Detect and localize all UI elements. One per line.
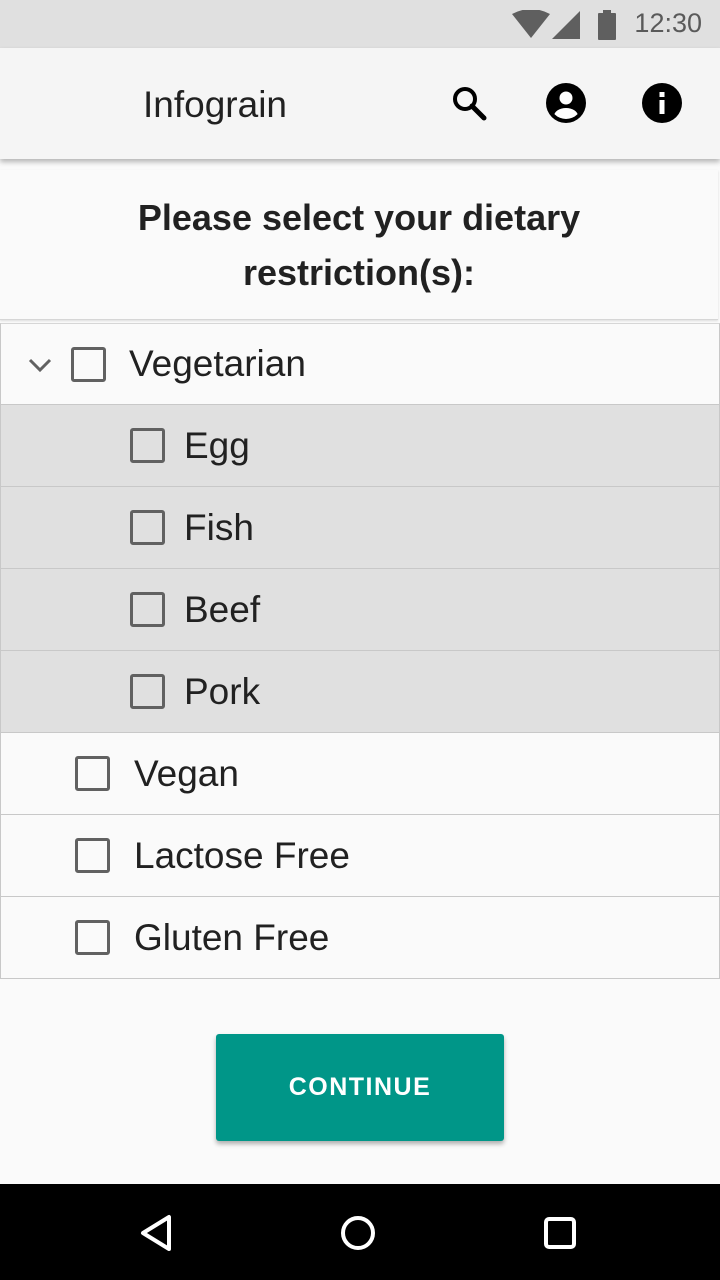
list-item-label: Lactose Free <box>134 834 350 876</box>
list-item-pork[interactable]: Pork <box>0 651 720 733</box>
recents-icon <box>544 1217 576 1249</box>
vegan-checkbox[interactable] <box>75 756 110 791</box>
list-item-label: Fish <box>184 506 254 548</box>
list-item-fish[interactable]: Fish <box>0 487 720 569</box>
continue-button[interactable]: CONTINUE <box>216 1034 504 1141</box>
vegetarian-checkbox[interactable] <box>71 346 106 382</box>
list-item-label: Gluten Free <box>134 916 330 958</box>
account-button[interactable] <box>544 81 588 125</box>
wifi-icon <box>512 10 550 38</box>
list-item-label: Egg <box>184 424 250 466</box>
app-bar: Infograin <box>0 48 720 159</box>
fish-checkbox[interactable] <box>130 510 165 545</box>
list-item-gluten-free[interactable]: Gluten Free <box>0 897 720 979</box>
app-title: Infograin <box>143 84 287 125</box>
navigation-bar <box>0 1184 720 1280</box>
battery-icon <box>598 10 616 40</box>
search-button[interactable] <box>447 81 491 125</box>
prompt-card: Please select your dietary restriction(s… <box>0 170 718 320</box>
list-item-beef[interactable]: Beef <box>0 569 720 651</box>
list-item-label: Pork <box>184 670 261 712</box>
recents-button[interactable] <box>535 1208 585 1258</box>
search-icon <box>453 87 487 121</box>
list-item-label: Beef <box>184 588 261 630</box>
status-bar: 12:30 <box>0 0 720 48</box>
back-button[interactable] <box>132 1208 182 1258</box>
chevron-down-icon[interactable] <box>25 350 55 380</box>
info-icon <box>642 83 682 123</box>
signal-icon <box>552 11 580 39</box>
status-time: 12:30 <box>634 8 702 38</box>
account-icon <box>546 83 586 123</box>
back-icon <box>141 1215 171 1251</box>
egg-checkbox[interactable] <box>130 428 165 463</box>
list-item-label: Vegetarian <box>129 343 306 384</box>
lactose-free-checkbox[interactable] <box>75 838 110 873</box>
pork-checkbox[interactable] <box>130 674 165 709</box>
prompt-text: Please select your dietary restriction(s… <box>137 196 581 293</box>
list-item-egg[interactable]: Egg <box>0 405 720 487</box>
gluten-free-checkbox[interactable] <box>75 920 110 955</box>
info-button[interactable] <box>640 81 684 125</box>
list-item-label: Vegan <box>134 752 239 794</box>
list-item-vegan[interactable]: Vegan <box>0 733 720 815</box>
beef-checkbox[interactable] <box>130 592 165 627</box>
list-item-lactose-free[interactable]: Lactose Free <box>0 815 720 897</box>
home-button[interactable] <box>333 1208 383 1258</box>
list-item-vegetarian[interactable]: Vegetarian <box>0 323 720 405</box>
home-icon <box>341 1216 375 1250</box>
restriction-list: Vegetarian Egg Fish Beef Pork Vegan Lact… <box>0 323 720 979</box>
